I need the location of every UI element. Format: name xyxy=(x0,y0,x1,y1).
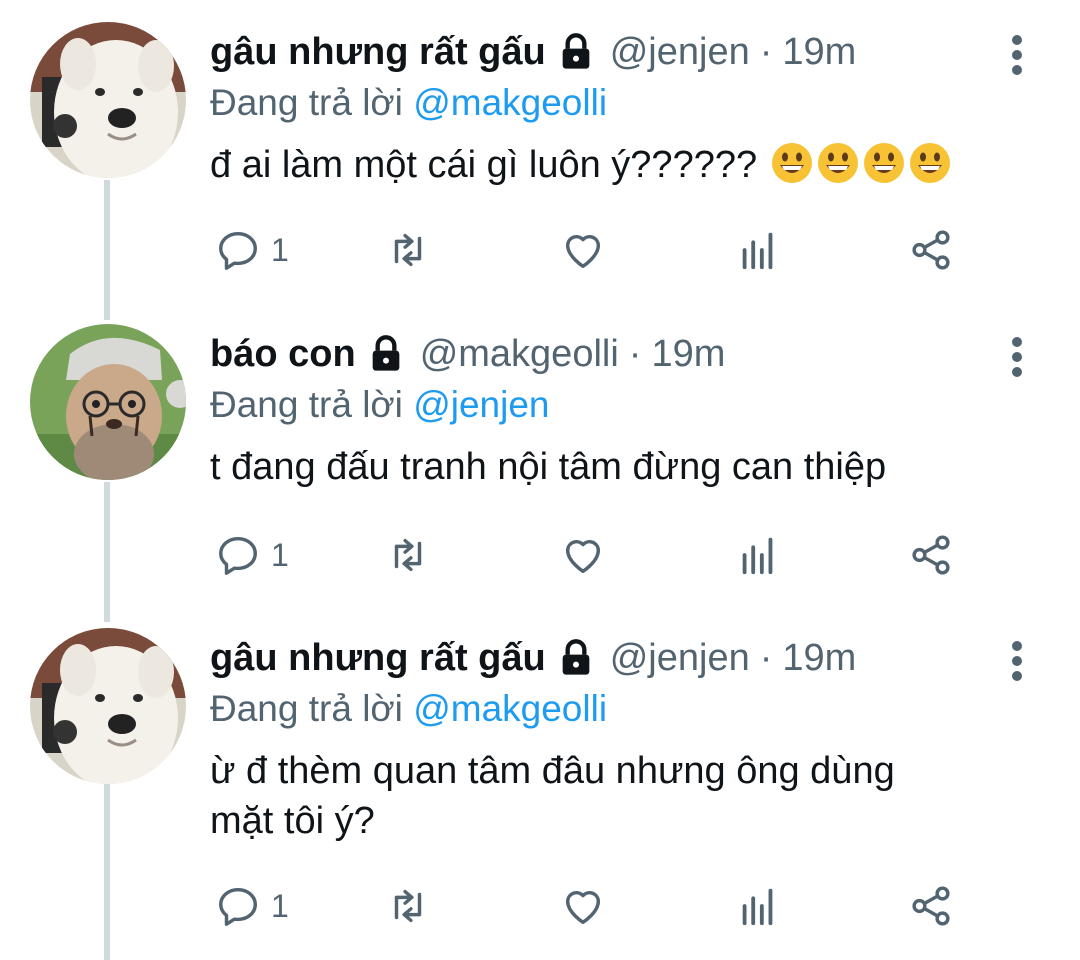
analytics-button[interactable] xyxy=(735,881,781,931)
reply-icon xyxy=(219,887,257,926)
tweet[interactable]: báo con @makgeolli · 19m Đang trả lời @j… xyxy=(0,324,1080,604)
display-name[interactable]: báo con xyxy=(210,324,356,384)
retweet-icon xyxy=(394,889,422,923)
tweet-text: đ ai làm một cái gì luôn ý?????? xyxy=(210,140,1000,190)
reply-mention-link[interactable]: @makgeolli xyxy=(413,688,607,729)
white-dog-avatar-image xyxy=(30,628,186,784)
tweet[interactable]: gâu nhưng rất gấu @jenjen · 19m Đang trả… xyxy=(0,628,1080,938)
analytics-icon xyxy=(742,232,773,270)
like-button[interactable] xyxy=(560,530,606,580)
timestamp[interactable]: 19m xyxy=(782,22,856,82)
separator: · xyxy=(759,637,773,679)
tweet-text-content: đ ai làm một cái gì luôn ý?????? xyxy=(210,144,758,186)
grinning-face-icon xyxy=(863,143,904,183)
heart-icon xyxy=(565,891,601,925)
tweet[interactable]: gâu nhưng rất gấu @jenjen · 19m Đang trả… xyxy=(0,22,1080,302)
analytics-button[interactable] xyxy=(735,530,781,580)
handle[interactable]: @jenjen xyxy=(610,628,750,688)
avatar[interactable] xyxy=(30,324,186,480)
replying-to: Đang trả lời @jenjen xyxy=(210,380,1000,430)
share-icon xyxy=(912,886,950,926)
tweet-text: ừ đ thèm quan tâm đâu nhưng ông dùng mặt… xyxy=(210,750,895,842)
retweet-button[interactable] xyxy=(385,225,431,275)
share-icon xyxy=(912,535,950,575)
timestamp[interactable]: 19m xyxy=(651,324,725,384)
action-bar: 1 xyxy=(210,225,970,275)
more-options-icon[interactable] xyxy=(1003,30,1031,90)
display-name[interactable]: gâu nhưng rất gấu xyxy=(210,22,546,82)
action-bar: 1 xyxy=(210,881,970,931)
like-button[interactable] xyxy=(560,225,606,275)
like-button[interactable] xyxy=(560,881,606,931)
reply-mention-link[interactable]: @makgeolli xyxy=(413,82,607,123)
grinning-face-icon xyxy=(817,143,858,183)
timestamp[interactable]: 19m xyxy=(782,628,856,688)
replying-to: Đang trả lời @makgeolli xyxy=(210,78,1000,128)
grinning-face-icon xyxy=(909,143,950,183)
avatar[interactable] xyxy=(30,628,186,784)
reply-count: 1 xyxy=(271,536,289,573)
heart-icon xyxy=(565,235,601,269)
tweet-text: t đang đấu tranh nội tâm đừng can thiệp xyxy=(210,446,887,488)
analytics-icon xyxy=(742,888,773,926)
analytics-button[interactable] xyxy=(735,225,781,275)
share-button[interactable] xyxy=(908,530,954,580)
avatar[interactable] xyxy=(30,22,186,178)
retweet-icon xyxy=(394,233,422,267)
reply-count: 1 xyxy=(271,887,289,924)
share-button[interactable] xyxy=(908,881,954,931)
lock-icon xyxy=(372,335,400,371)
display-name[interactable]: gâu nhưng rất gấu xyxy=(210,628,546,688)
share-icon xyxy=(912,230,950,270)
retweet-icon xyxy=(394,538,422,572)
share-button[interactable] xyxy=(908,225,954,275)
replying-to: Đang trả lời @makgeolli xyxy=(210,684,1000,734)
reply-mention-link[interactable]: @jenjen xyxy=(413,384,549,425)
reply-button[interactable]: 1 xyxy=(215,530,289,580)
retweet-button[interactable] xyxy=(385,530,431,580)
replying-prefix: Đang trả lời xyxy=(210,82,403,123)
reply-icon xyxy=(219,231,257,270)
reply-icon xyxy=(219,536,257,575)
reply-count: 1 xyxy=(271,231,289,268)
more-options-icon[interactable] xyxy=(1003,636,1031,696)
more-options-icon[interactable] xyxy=(1003,332,1031,392)
separator: · xyxy=(759,31,773,73)
cheetah-cub-avatar-image xyxy=(30,324,186,480)
handle[interactable]: @jenjen xyxy=(610,22,750,82)
white-dog-avatar-image xyxy=(30,22,186,178)
replying-prefix: Đang trả lời xyxy=(210,688,403,729)
lock-icon xyxy=(562,33,590,69)
grinning-face-icon xyxy=(771,143,812,183)
action-bar: 1 xyxy=(210,530,970,580)
analytics-icon xyxy=(742,537,773,575)
lock-icon xyxy=(562,639,590,675)
replying-prefix: Đang trả lời xyxy=(210,384,403,425)
retweet-button[interactable] xyxy=(385,881,431,931)
reply-button[interactable]: 1 xyxy=(215,225,289,275)
reply-button[interactable]: 1 xyxy=(215,881,289,931)
heart-icon xyxy=(565,540,601,574)
separator: · xyxy=(628,333,642,375)
handle[interactable]: @makgeolli xyxy=(420,324,619,384)
